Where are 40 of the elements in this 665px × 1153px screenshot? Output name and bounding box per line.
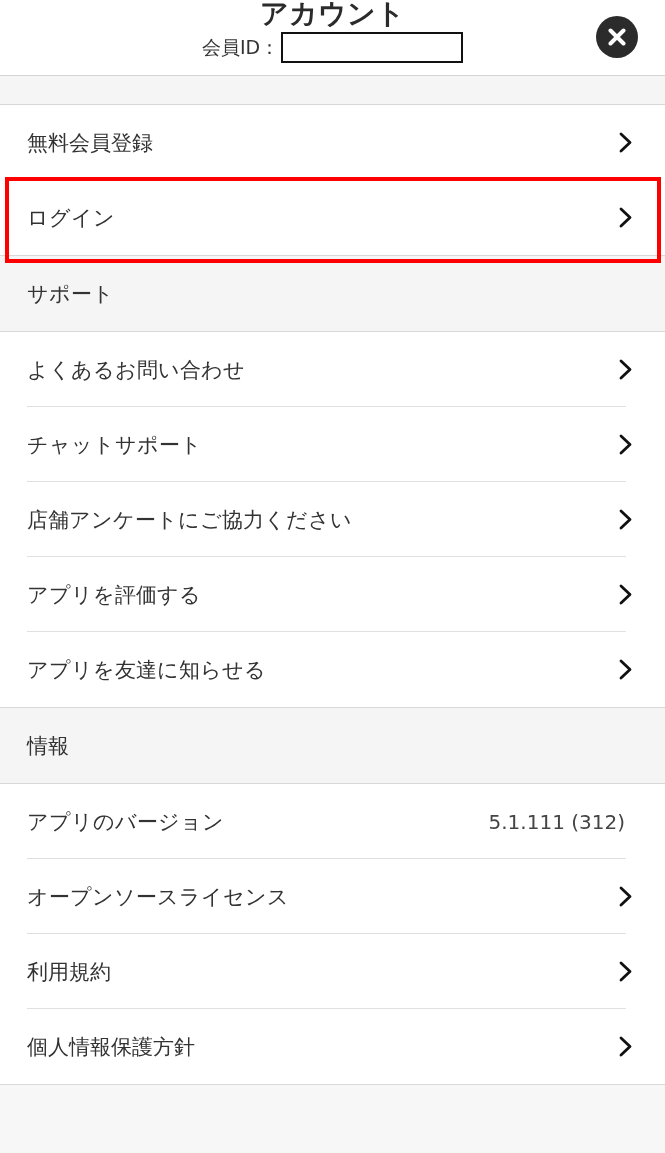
menu-item-label: 無料会員登録 — [27, 129, 153, 157]
chevron-right-icon — [619, 207, 632, 228]
menu-row[interactable]: 個人情報保護方針 — [27, 1009, 665, 1084]
menu-row[interactable]: ログイン — [27, 180, 665, 255]
chevron-right-icon — [619, 1036, 632, 1057]
menu-row[interactable]: よくあるお問い合わせ — [27, 332, 665, 407]
chevron-right-icon — [619, 584, 632, 605]
menu-item-label: アプリのバージョン — [27, 808, 224, 836]
menu-row[interactable]: 店舗アンケートにご協力ください — [27, 482, 665, 557]
menu-item-label: 個人情報保護方針 — [27, 1033, 195, 1061]
menu-row[interactable]: 無料会員登録 — [27, 105, 665, 180]
menu-item-label: アプリを評価する — [27, 581, 201, 609]
close-icon — [608, 28, 626, 46]
section-title: サポート — [27, 280, 114, 308]
chevron-right-icon — [619, 659, 632, 680]
menu-item-label: アプリを友達に知らせる — [27, 656, 266, 684]
menu-item-label: チャットサポート — [27, 431, 202, 459]
menu-row[interactable]: 利用規約 — [27, 934, 665, 1009]
menu-row[interactable]: チャットサポート — [27, 407, 665, 482]
chevron-right-icon — [619, 434, 632, 455]
chevron-right-icon — [619, 132, 632, 153]
menu-item-label: よくあるお問い合わせ — [27, 356, 245, 384]
menu-item-label: ログイン — [27, 204, 115, 232]
menu-item-label: 店舗アンケートにご協力ください — [27, 506, 352, 534]
menu-row[interactable]: アプリのバージョン 5.1.111 (312) — [27, 784, 665, 859]
chevron-right-icon — [619, 961, 632, 982]
section-title: 情報 — [27, 732, 69, 760]
chevron-right-icon — [619, 886, 632, 907]
member-id-label: 会員ID： — [201, 34, 280, 60]
chevron-right-icon — [619, 509, 632, 530]
menu-row[interactable]: アプリを評価する — [27, 557, 665, 632]
version-value: 5.1.111 (312) — [488, 809, 625, 834]
chevron-right-icon — [619, 359, 632, 380]
menu-item-label: オープンソースライセンス — [27, 883, 289, 911]
menu-row[interactable]: アプリを友達に知らせる — [27, 632, 665, 707]
menu-row[interactable]: オープンソースライセンス — [27, 859, 665, 934]
menu-item-label: 利用規約 — [27, 958, 111, 986]
member-id-field[interactable] — [281, 32, 464, 63]
close-button[interactable] — [596, 16, 638, 58]
page-title: アカウント — [260, 0, 405, 28]
